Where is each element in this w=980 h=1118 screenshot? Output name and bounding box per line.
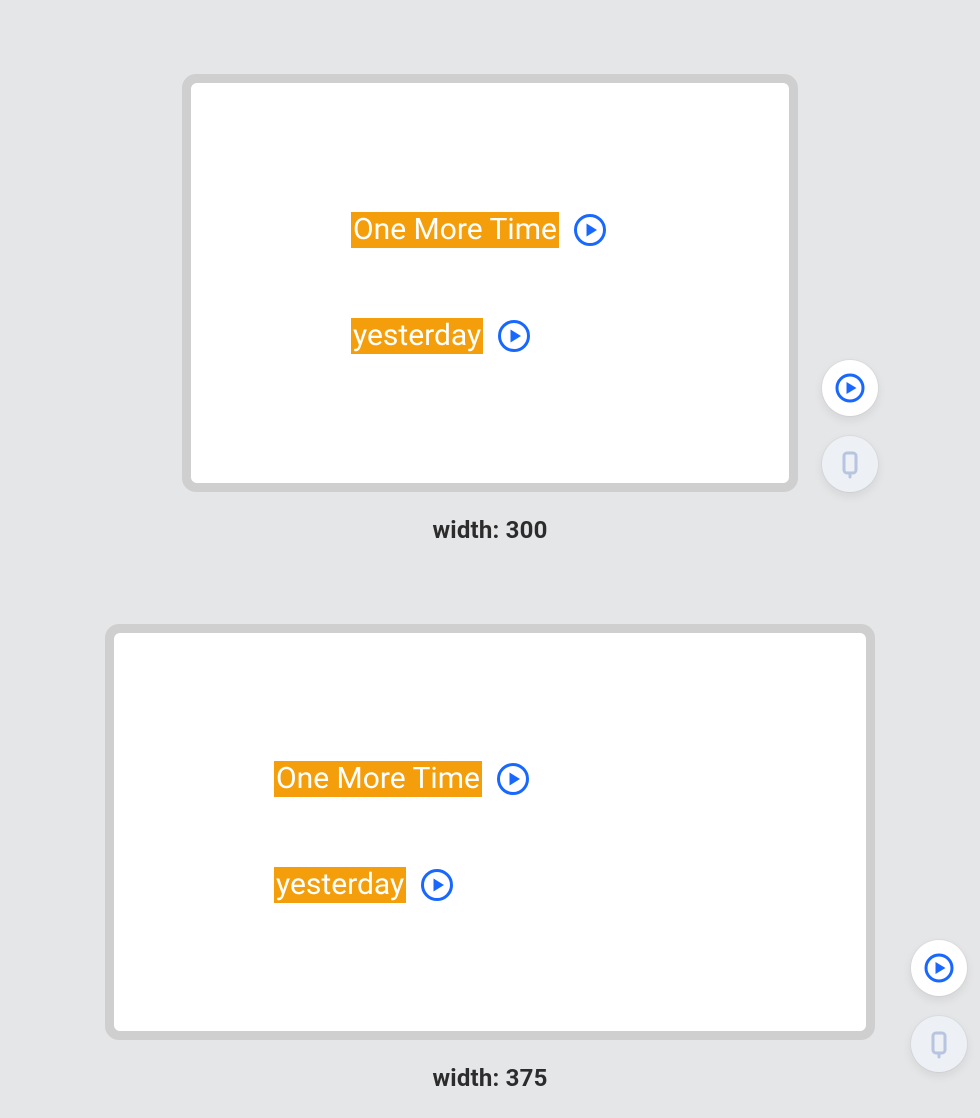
play-circle-icon [420,868,454,902]
device-preview-button[interactable] [911,1016,967,1072]
play-button[interactable] [496,762,530,796]
frame-wrap: One More Time yesterday [182,74,798,492]
preview-frame: One More Time yesterday [182,74,798,492]
play-button[interactable] [573,213,607,247]
list-item: One More Time [274,761,866,797]
preview-side-controls [911,940,967,1072]
track-label: yesterday [351,318,483,354]
run-preview-button[interactable] [822,360,878,416]
device-icon [835,449,865,479]
list-item: One More Time [351,212,789,248]
preview-caption: width: 300 [432,516,547,544]
play-circle-icon [573,213,607,247]
list-item: yesterday [351,318,789,354]
track-label: One More Time [274,761,482,797]
preview-side-controls [822,360,878,492]
device-preview-button[interactable] [822,436,878,492]
play-button[interactable] [497,319,531,353]
track-label: One More Time [351,212,559,248]
run-preview-button[interactable] [911,940,967,996]
frame-wrap: One More Time yesterday [105,624,875,1040]
preview-canvas: One More Time yesterday [114,633,866,1031]
preview-caption: width: 375 [432,1064,547,1092]
play-circle-icon [497,319,531,353]
play-button[interactable] [420,868,454,902]
play-circle-icon [923,952,955,984]
track-label: yesterday [274,867,406,903]
list-item: yesterday [274,867,866,903]
preview-example-300: One More Time yesterday [182,74,798,544]
play-circle-icon [496,762,530,796]
device-icon [924,1029,954,1059]
play-circle-icon [834,372,866,404]
preview-canvas: One More Time yesterday [191,83,789,483]
preview-frame: One More Time yesterday [105,624,875,1040]
preview-example-375: One More Time yesterday [105,624,875,1092]
page-root: One More Time yesterday [0,0,980,1092]
